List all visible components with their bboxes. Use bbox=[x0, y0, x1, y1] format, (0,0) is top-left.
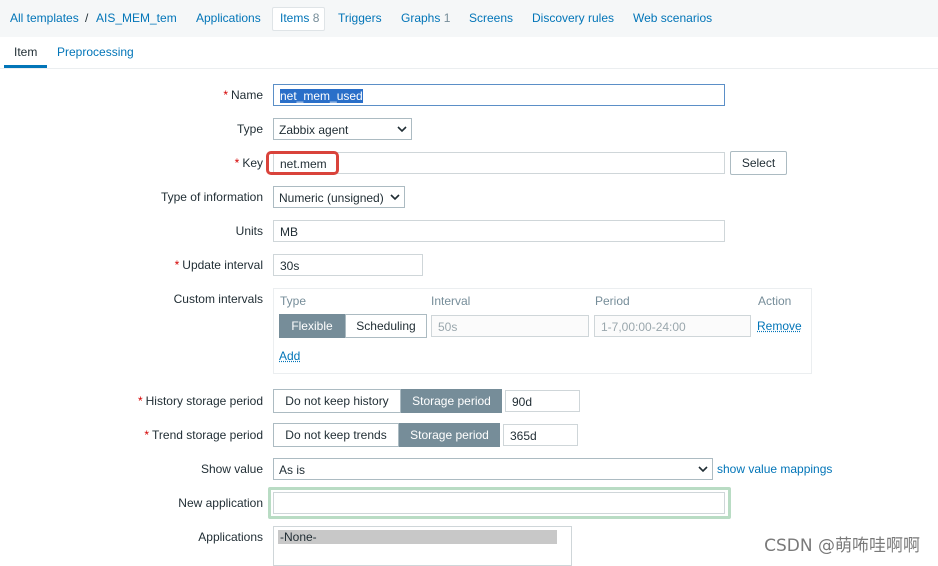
nav-applications[interactable]: Applications bbox=[196, 11, 261, 25]
required-mark: * bbox=[174, 258, 180, 272]
nav-graphs-label: Graphs bbox=[401, 11, 441, 25]
history-do-not-keep-toggle[interactable]: Do not keep history bbox=[273, 389, 401, 413]
units-label: Units bbox=[235, 224, 263, 238]
breadcrumb-separator: / bbox=[85, 11, 89, 25]
nav-triggers[interactable]: Triggers bbox=[338, 11, 382, 25]
trend-storage-label-text: Trend storage period bbox=[152, 428, 263, 442]
breadcrumb-template[interactable]: AIS_MEM_tem bbox=[96, 11, 177, 25]
chevron-down-icon bbox=[390, 194, 400, 201]
required-mark: * bbox=[137, 394, 143, 408]
trend-storage-label: * Trend storage period bbox=[144, 428, 263, 442]
nav-discovery-rules[interactable]: Discovery rules bbox=[532, 11, 614, 25]
key-input[interactable]: net.mem bbox=[273, 152, 725, 174]
history-storage-period-toggle[interactable]: Storage period bbox=[401, 389, 502, 413]
applications-label: Applications bbox=[198, 530, 263, 544]
type-label: Type bbox=[236, 122, 263, 136]
col-interval-header: Interval bbox=[431, 294, 471, 308]
nav-items[interactable]: Items 8 bbox=[280, 11, 319, 25]
show-value-selected: As is bbox=[279, 463, 306, 477]
show-value-label: Show value bbox=[200, 462, 263, 476]
chevron-down-icon bbox=[397, 126, 407, 133]
required-mark: * bbox=[223, 88, 228, 102]
tab-active-indicator bbox=[4, 65, 47, 68]
key-label: * Key bbox=[235, 156, 263, 170]
interval-input[interactable]: 50s bbox=[431, 315, 589, 337]
nav-items-label: Items bbox=[280, 11, 310, 25]
csdn-watermark: CSDN @萌咘哇啊啊 bbox=[764, 536, 920, 556]
trend-do-not-keep-toggle[interactable]: Do not keep trends bbox=[273, 423, 399, 447]
type-select-value: Zabbix agent bbox=[279, 123, 349, 137]
key-select-button[interactable]: Select bbox=[730, 151, 787, 175]
update-interval-input[interactable]: 30s bbox=[273, 254, 423, 276]
new-application-label: New application bbox=[178, 496, 263, 510]
update-interval-label: * Update interval bbox=[175, 258, 263, 272]
required-mark: * bbox=[234, 156, 240, 170]
name-label-text: Name bbox=[230, 88, 263, 102]
history-value-input[interactable]: 90d bbox=[505, 390, 580, 412]
history-value: 90d bbox=[512, 395, 533, 409]
required-mark: * bbox=[144, 428, 150, 442]
col-period-header: Period bbox=[595, 294, 630, 308]
name-input[interactable]: net_mem_used bbox=[273, 84, 725, 106]
tab-preprocessing[interactable]: Preprocessing bbox=[57, 45, 134, 59]
nav-web-scenarios[interactable]: Web scenarios bbox=[633, 11, 712, 25]
item-subtabs: Item Preprocessing bbox=[0, 37, 938, 69]
custom-intervals-label: Custom intervals bbox=[173, 292, 263, 306]
type-of-information-select[interactable]: Numeric (unsigned) bbox=[273, 186, 405, 208]
type-select[interactable]: Zabbix agent bbox=[273, 118, 412, 140]
type-of-information-label: Type of information bbox=[160, 190, 263, 204]
template-navigation: All templates / AIS_MEM_tem Applications… bbox=[0, 0, 938, 38]
tab-item[interactable]: Item bbox=[14, 45, 37, 59]
period-input[interactable]: 1-7,00:00-24:00 bbox=[594, 315, 751, 337]
add-interval-link[interactable]: Add bbox=[279, 349, 300, 363]
key-highlight-annotation bbox=[266, 151, 339, 175]
trend-storage-period-toggle[interactable]: Storage period bbox=[399, 423, 500, 447]
chevron-down-icon bbox=[698, 466, 708, 473]
update-interval-value: 30s bbox=[280, 259, 300, 273]
history-storage-label-text: History storage period bbox=[145, 394, 263, 408]
history-storage-label: * History storage period bbox=[138, 394, 263, 408]
key-label-text: Key bbox=[242, 156, 263, 170]
applications-listbox[interactable]: -None- bbox=[273, 526, 572, 566]
show-value-select[interactable]: As is bbox=[273, 458, 713, 480]
type-of-information-value: Numeric (unsigned) bbox=[279, 191, 384, 205]
nav-graphs[interactable]: Graphs 1 bbox=[401, 11, 450, 25]
nav-screens[interactable]: Screens bbox=[469, 11, 513, 25]
remove-interval-link[interactable]: Remove bbox=[757, 319, 802, 333]
trend-value: 365d bbox=[510, 429, 537, 443]
show-value-mappings-link[interactable]: show value mappings bbox=[717, 462, 832, 476]
units-input[interactable]: MB bbox=[273, 220, 725, 242]
update-interval-label-text: Update interval bbox=[182, 258, 263, 272]
name-input-value: net_mem_used bbox=[280, 89, 363, 103]
col-action-header: Action bbox=[758, 294, 792, 308]
nav-items-count: 8 bbox=[312, 11, 320, 25]
flexible-toggle[interactable]: Flexible bbox=[279, 314, 345, 338]
name-label: * Name bbox=[223, 88, 263, 102]
new-application-input[interactable] bbox=[273, 492, 725, 514]
breadcrumb-all-templates[interactable]: All templates bbox=[10, 11, 79, 25]
col-type-header: Type bbox=[280, 294, 307, 308]
nav-graphs-count: 1 bbox=[443, 11, 451, 25]
units-input-value: MB bbox=[280, 225, 298, 239]
applications-option-none[interactable]: -None- bbox=[278, 530, 557, 544]
trend-value-input[interactable]: 365d bbox=[503, 424, 578, 446]
scheduling-toggle[interactable]: Scheduling bbox=[345, 314, 427, 338]
